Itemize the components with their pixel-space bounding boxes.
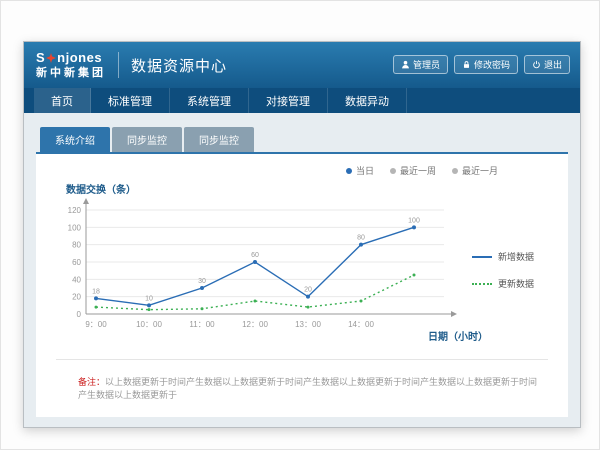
logo-text-prefix: S — [36, 51, 45, 65]
series-label: 新增数据 — [498, 250, 534, 263]
logo-wordmark: S njones — [36, 51, 106, 65]
nav-item-1[interactable]: 标准管理 — [91, 88, 170, 113]
svg-text:0: 0 — [77, 310, 82, 319]
svg-text:13：00: 13：00 — [295, 320, 321, 329]
legend-dot-icon — [390, 168, 396, 174]
svg-text:100: 100 — [68, 223, 82, 232]
series-legend: 新增数据更新数据 — [472, 250, 534, 290]
app-window: S njones 新中新集团 数据资源中心 管理员修改密码退出 首页标准管理系统… — [23, 41, 581, 428]
tab-2[interactable]: 同步监控 — [184, 127, 254, 152]
app-header: S njones 新中新集团 数据资源中心 管理员 修改密码 退出 — [24, 42, 580, 88]
logo-star-icon — [46, 53, 56, 63]
tab-0[interactable]: 系统介绍 — [40, 127, 110, 152]
chart-row: 0 20 40 60 80 100 120 9：00 10：00 11：00 12：00 13：00 1… — [50, 196, 554, 344]
legend-label: 最近一周 — [400, 164, 436, 177]
tab-1[interactable]: 同步监控 — [112, 127, 182, 152]
svg-text:60: 60 — [72, 258, 81, 267]
header-action-label: 退出 — [544, 58, 562, 71]
chart-panel: 当日 最近一周 最近一月 数据交换（条） 0 20 40 60 80 100 120 9：00 10… — [36, 152, 568, 417]
header-actions: 管理员 修改密码 退出 — [393, 55, 570, 74]
svg-text:80: 80 — [357, 235, 365, 242]
svg-text:10: 10 — [145, 295, 153, 302]
tab-bar: 系统介绍同步监控同步监控 — [40, 127, 568, 152]
header-action-label: 管理员 — [413, 58, 440, 71]
svg-text:30: 30 — [198, 278, 206, 285]
series-line-icon — [472, 283, 492, 285]
svg-text:100: 100 — [408, 217, 420, 224]
nav-item-4[interactable]: 数据异动 — [328, 88, 407, 113]
nav-item-3[interactable]: 对接管理 — [249, 88, 328, 113]
svg-text:120: 120 — [68, 206, 82, 215]
svg-text:20: 20 — [304, 287, 312, 294]
svg-text:80: 80 — [72, 241, 81, 250]
period-legend: 当日 最近一周 最近一月 — [50, 164, 554, 177]
nav-item-0[interactable]: 首页 — [34, 88, 91, 113]
line-chart: 0 20 40 60 80 100 120 9：00 10：00 11：00 12：00 13：00 1… — [50, 196, 470, 344]
page-title: 数据资源中心 — [131, 55, 227, 76]
lock-icon — [462, 60, 471, 69]
period-legend-item-2[interactable]: 最近一月 — [452, 164, 498, 177]
svg-text:60: 60 — [251, 252, 259, 259]
nav-item-2[interactable]: 系统管理 — [170, 88, 249, 113]
logo-text-suffix: njones — [57, 51, 102, 65]
series-legend-item-1: 更新数据 — [472, 277, 534, 290]
legend-dot-icon — [452, 168, 458, 174]
header-divider — [118, 52, 119, 78]
series-label: 更新数据 — [498, 277, 534, 290]
header-action-label: 修改密码 — [474, 58, 510, 71]
svg-text:20: 20 — [72, 293, 81, 302]
period-legend-item-1[interactable]: 最近一周 — [390, 164, 436, 177]
y-axis-title: 数据交换（条） — [66, 181, 554, 196]
footnote-label: 备注： — [78, 377, 105, 387]
desktop-background: S njones 新中新集团 数据资源中心 管理员修改密码退出 首页标准管理系统… — [0, 0, 600, 450]
header-action-logout[interactable]: 退出 — [524, 55, 570, 74]
nav-menu: 首页标准管理系统管理对接管理数据异动 — [24, 88, 580, 113]
legend-label: 最近一月 — [462, 164, 498, 177]
user-icon — [401, 60, 410, 69]
svg-text:10：00: 10：00 — [136, 320, 162, 329]
series-legend-item-0: 新增数据 — [472, 250, 534, 263]
brand-logo: S njones 新中新集团 — [36, 51, 106, 78]
header-action-change-password[interactable]: 修改密码 — [454, 55, 518, 74]
svg-text:40: 40 — [72, 275, 81, 284]
series-line-icon — [472, 256, 492, 258]
svg-text:12：00: 12：00 — [242, 320, 268, 329]
legend-label: 当日 — [356, 164, 374, 177]
power-icon — [532, 60, 541, 69]
svg-text:18: 18 — [92, 288, 100, 295]
svg-text:14：00: 14：00 — [348, 320, 374, 329]
logo-subtitle: 新中新集团 — [36, 67, 106, 79]
svg-text:11：00: 11：00 — [189, 320, 215, 329]
content-area: 系统介绍同步监控同步监控 当日最近一周最近一月 数据交换（条） 02040608… — [24, 113, 580, 427]
header-action-admin[interactable]: 管理员 — [393, 55, 448, 74]
svg-text:9：00: 9：00 — [85, 320, 107, 329]
footnote-text: 以上数据更新于时间产生数据以上数据更新于时间产生数据以上数据更新于时间产生数据以… — [78, 377, 537, 400]
period-legend-item-0[interactable]: 当日 — [346, 164, 374, 177]
legend-dot-icon — [346, 168, 352, 174]
footnote: 备注：以上数据更新于时间产生数据以上数据更新于时间产生数据以上数据更新于时间产生… — [56, 359, 548, 401]
